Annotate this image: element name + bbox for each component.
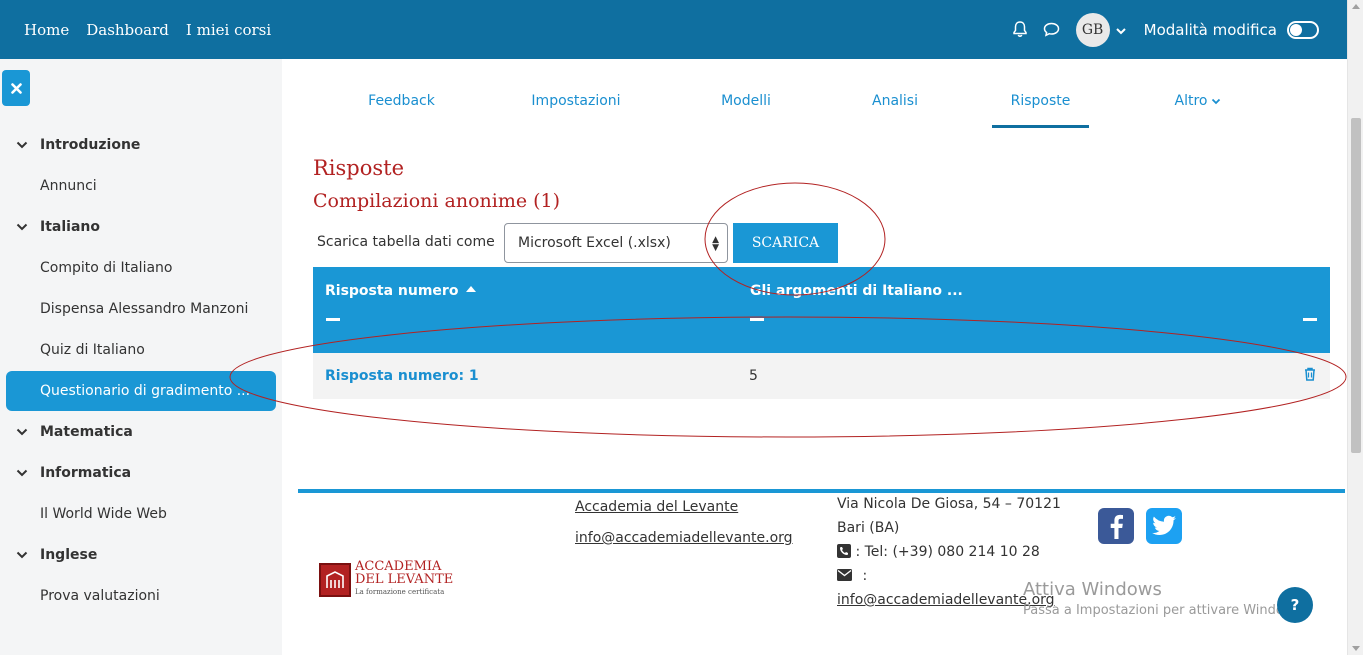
chevron-down-icon[interactable] [16,141,30,149]
sidebar-item-compito-di-italiano[interactable]: Compito di Italiano [6,248,276,288]
collapse-column-icon[interactable] [1303,318,1317,321]
tab-impostazioni[interactable]: Impostazioni [520,74,632,128]
footer-divider [298,489,1345,493]
chevron-down-icon[interactable] [16,223,30,231]
sidebar-item-label: Informatica [40,465,132,481]
envelope-icon [837,569,852,581]
footer-phone-text: : Tel: (+39) 080 214 10 28 [855,544,1040,560]
help-button[interactable]: ? [1277,587,1313,623]
nav-dashboard[interactable]: Dashboard [86,21,169,39]
collapse-column-icon[interactable] [750,318,764,321]
logo-tagline: La formazione certificata [355,588,445,596]
chevron-down-icon[interactable] [16,469,30,477]
page-subtitle: Compilazioni anonime (1) [313,190,561,212]
edit-mode-label: Modalità modifica [1143,20,1277,39]
close-icon [10,82,22,94]
column-header-label: Risposta numero [325,283,459,299]
avatar[interactable]: GB [1075,12,1110,47]
chevron-down-icon[interactable] [1115,20,1126,39]
logo-line-2: DEL LEVANTE [355,572,454,587]
sidebar-item-informatica[interactable]: Informatica [6,453,276,493]
twitter-icon[interactable] [1146,508,1182,544]
sidebar-item-label: Prova valutazioni [40,588,160,604]
sidebar-item-italiano[interactable]: Italiano [6,207,276,247]
nav-my-courses[interactable]: I miei corsi [186,21,271,39]
footer-address-line2: Bari (BA) [837,520,900,536]
sidebar-item-label: Italiano [40,219,100,235]
nav-home[interactable]: Home [24,21,69,39]
footer-email-link[interactable]: info@accademiadellevante.org [575,530,793,546]
footer-email-row: : [837,568,867,584]
sidebar-item-label: Questionario di gradimento ... [40,383,251,399]
sidebar-item-label: Compito di Italiano [40,260,173,276]
scroll-down-icon[interactable] [1352,646,1360,651]
sidebar-item-label: Quiz di Italiano [40,342,145,358]
footer-phone: : Tel: (+39) 080 214 10 28 [837,544,1040,560]
tab-analisi[interactable]: Analisi [860,74,930,128]
sidebar-item-label: Inglese [40,547,98,563]
sidebar-item-il-world-wide-web[interactable]: Il World Wide Web [6,494,276,534]
tab-modelli[interactable]: Modelli [708,74,784,128]
phone-icon [837,544,851,558]
scroll-up-icon[interactable] [1352,4,1360,9]
scrollbar-thumb[interactable] [1351,118,1361,453]
sidebar-item-annunci[interactable]: Annunci [6,166,276,206]
sidebar-item-prova-valutazioni[interactable]: Prova valutazioni [6,576,276,616]
chat-icon[interactable] [1042,20,1062,40]
windows-activation-title: Attiva Windows [1023,579,1162,600]
sidebar-item-introduzione[interactable]: Introduzione [6,125,276,165]
sidebar-item-label: Il World Wide Web [40,506,167,522]
response-value: 5 [749,368,758,384]
table-row: Risposta numero: 1 5 [313,353,1330,399]
sidebar-item-questionario-di-gradimento[interactable]: Questionario di gradimento ... [6,371,276,411]
sidebar-item-quiz-di-italiano[interactable]: Quiz di Italiano [6,330,276,370]
academy-logo: ACCADEMIA DEL LEVANTE La formazione cert… [319,560,453,599]
tab-feedback[interactable]: Feedback [354,74,449,128]
chevron-down-icon [1212,98,1221,104]
column-header-response-number[interactable]: Risposta numero [325,283,477,299]
secondary-navigation: Feedback Impostazioni Modelli Analisi Ri… [298,74,1328,128]
sort-up-icon [466,286,477,292]
trash-icon[interactable] [1304,367,1316,385]
sidebar-item-dispensa-alessandro-manzoni[interactable]: Dispensa Alessandro Manzoni [6,289,276,329]
sidebar-item-matematica[interactable]: Matematica [6,412,276,452]
sidebar-item-inglese[interactable]: Inglese [6,535,276,575]
response-link[interactable]: Risposta numero: 1 [325,368,479,384]
sidebar-item-label: Annunci [40,178,97,194]
logo-text: ACCADEMIA DEL LEVANTE La formazione cert… [355,560,453,599]
responses-table: Risposta numero Gli argomenti di Italian… [313,267,1330,399]
download-format-value: Microsoft Excel (.xlsx) [518,235,671,251]
collapse-column-icon[interactable] [326,318,340,321]
page-scrollbar[interactable] [1347,0,1363,655]
page-title: Risposte [313,156,405,180]
chevron-down-icon[interactable] [16,551,30,559]
download-format-select[interactable]: Microsoft Excel (.xlsx) ▲ ▼ [504,223,728,263]
tab-risposte[interactable]: Risposte [992,74,1089,128]
sidebar-item-label: Matematica [40,424,133,440]
logo-emblem-icon [319,562,351,597]
download-label: Scarica tabella dati come [317,234,495,250]
sidebar-item-label: Introduzione [40,137,141,153]
sidebar-item-label: Dispensa Alessandro Manzoni [40,301,249,317]
select-arrows-icon: ▲ ▼ [712,235,719,253]
footer-address-line1: Via Nicola De Giosa, 54 – 70121 [837,496,1061,512]
footer-email-link-2[interactable]: info@accademiadellevante.org [837,592,1055,608]
download-button[interactable]: SCARICA [733,223,838,263]
column-header-italian-topics[interactable]: Gli argomenti di Italiano ... [750,283,963,299]
chevron-down-icon[interactable] [16,428,30,436]
top-navbar: Home Dashboard I miei corsi GB Modalità … [0,0,1347,59]
close-sidebar-button[interactable] [2,70,30,106]
footer-email-colon: : [862,568,868,584]
table-header: Risposta numero Gli argomenti di Italian… [313,267,1330,353]
footer-org-link[interactable]: Accademia del Levante [575,499,738,515]
bell-icon[interactable] [1010,20,1030,40]
tab-altro[interactable]: Altro [1166,74,1230,128]
tab-altro-label: Altro [1174,93,1208,109]
windows-activation-text: Passa a Impostazioni per attivare Window… [1023,603,1306,618]
edit-mode-toggle[interactable] [1287,20,1319,39]
facebook-icon[interactable] [1098,508,1134,544]
